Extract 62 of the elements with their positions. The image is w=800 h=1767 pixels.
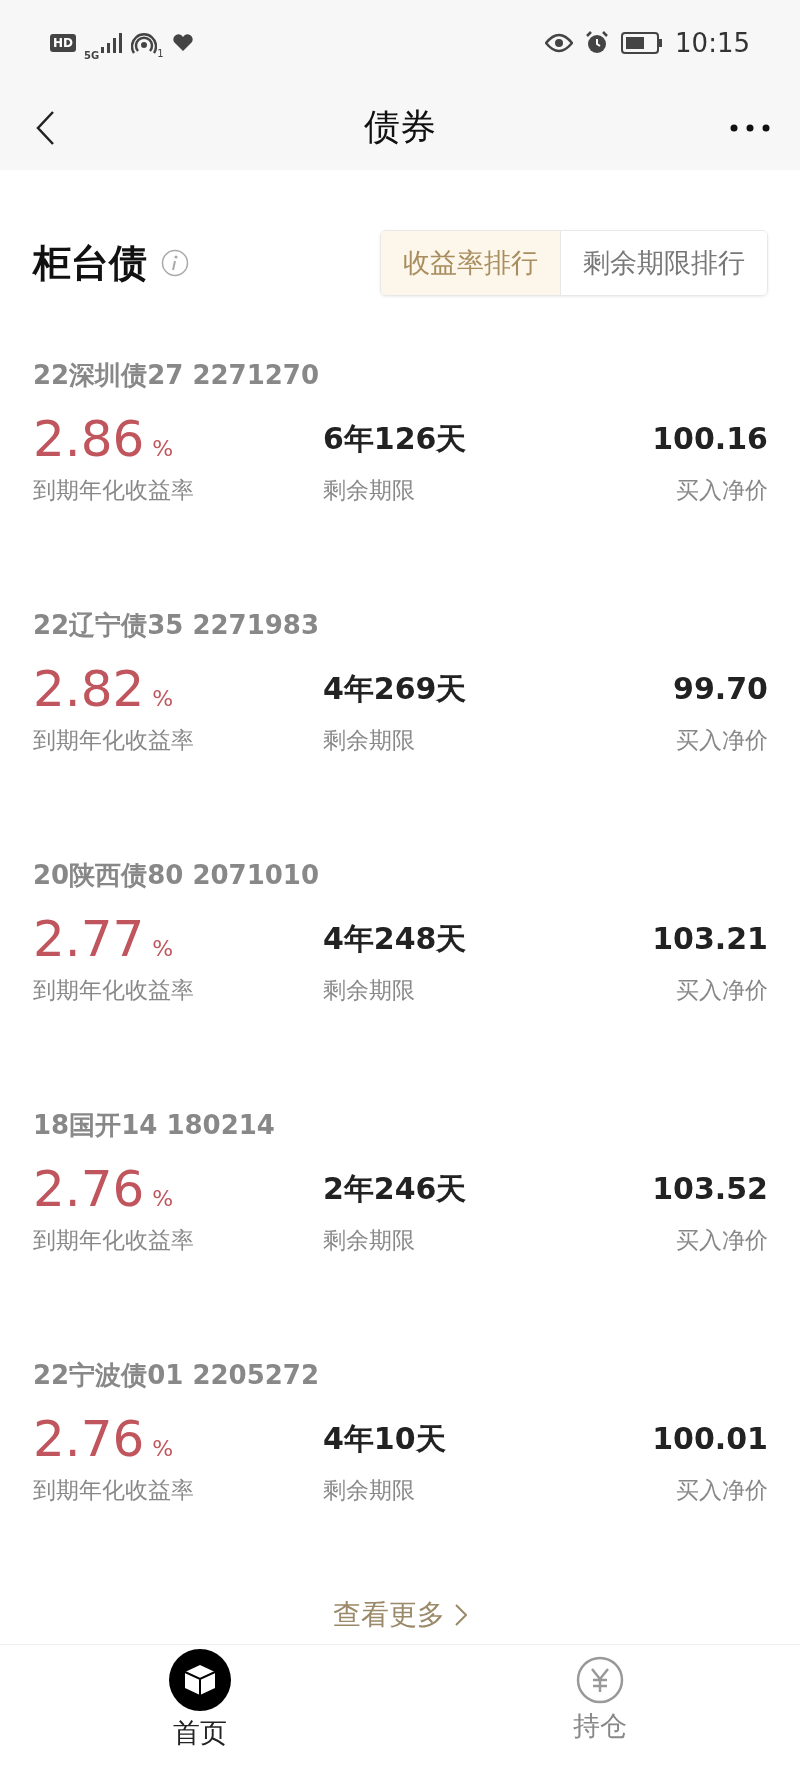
percent-sign: % (152, 686, 174, 711)
chevron-right-icon (455, 1604, 467, 1626)
bond-name[interactable]: 18国开14 180214 (33, 1108, 768, 1143)
term-value: 4年248天 (323, 920, 468, 958)
yield-value: 2.77 (33, 911, 145, 967)
yield-label: 到期年化收益率 (33, 1226, 195, 1255)
term-label: 剩余期限 (323, 1226, 416, 1255)
yield-value: 2.86 (33, 411, 145, 467)
price-label: 买入净价 (676, 976, 768, 1005)
price-label: 买入净价 (676, 1476, 768, 1505)
battery-icon (621, 31, 664, 54)
signal-icon (101, 32, 124, 53)
percent-sign: % (152, 1436, 174, 1461)
term-value: 4年269天 (323, 670, 468, 708)
percent-sign: % (152, 936, 174, 961)
nav-tab[interactable]: 持仓 (400, 1645, 800, 1754)
price-label: 买入净价 (676, 1226, 768, 1255)
term-label: 剩余期限 (323, 726, 416, 755)
yield-value: 2.76 (33, 1411, 145, 1467)
eye-icon (545, 32, 574, 53)
term-label: 剩余期限 (323, 1476, 416, 1505)
more-icon[interactable] (730, 123, 770, 132)
yield-value: 2.82 (33, 661, 145, 717)
yield-label: 到期年化收益率 (33, 476, 195, 505)
yield-label: 到期年化收益率 (33, 726, 195, 755)
network-label: 5G (84, 50, 100, 61)
sort-tab[interactable]: 剩余期限排行 (561, 231, 767, 295)
hotspot-icon (131, 31, 158, 54)
price-value: 103.21 (652, 920, 768, 958)
yield-label: 到期年化收益率 (33, 1476, 195, 1505)
back-icon[interactable] (35, 109, 55, 146)
term-value: 4年10天 (323, 1420, 447, 1458)
price-label: 买入净价 (676, 476, 768, 505)
bond-name[interactable]: 22深圳债27 2271270 (33, 358, 768, 393)
term-label: 剩余期限 (323, 476, 416, 505)
bond-name[interactable]: 22辽宁债35 2271983 (33, 608, 768, 643)
term-value: 6年126天 (323, 420, 468, 458)
price-value: 100.16 (652, 420, 768, 458)
yield-label: 到期年化收益率 (33, 976, 195, 1005)
percent-sign: % (152, 436, 174, 461)
price-label: 买入净价 (676, 726, 768, 755)
sort-tab[interactable]: 收益率排行 (381, 231, 561, 295)
hd-badge: HD (50, 33, 76, 52)
price-value: 103.52 (652, 1170, 768, 1208)
term-value: 2年246天 (323, 1170, 468, 1208)
heart-icon (171, 33, 194, 52)
yield-value: 2.76 (33, 1161, 145, 1217)
price-value: 100.01 (652, 1420, 768, 1458)
view-more-link[interactable]: 查看更多 (333, 1596, 445, 1634)
cube-icon (169, 1648, 231, 1711)
section-title: 柜台债 (33, 239, 147, 287)
yen-icon (576, 1655, 624, 1704)
page-title: 债券 (364, 105, 436, 149)
clock-time: 10:15 (675, 27, 750, 58)
hotspot-count: 1 (157, 48, 164, 59)
alarm-icon (585, 30, 610, 55)
price-value: 99.70 (673, 670, 768, 708)
bond-name[interactable]: 20陕西债80 2071010 (33, 858, 768, 893)
nav-tab[interactable]: 首页 (0, 1645, 400, 1754)
percent-sign: % (152, 1186, 174, 1211)
term-label: 剩余期限 (323, 976, 416, 1005)
bond-name[interactable]: 22宁波债01 2205272 (33, 1358, 768, 1393)
